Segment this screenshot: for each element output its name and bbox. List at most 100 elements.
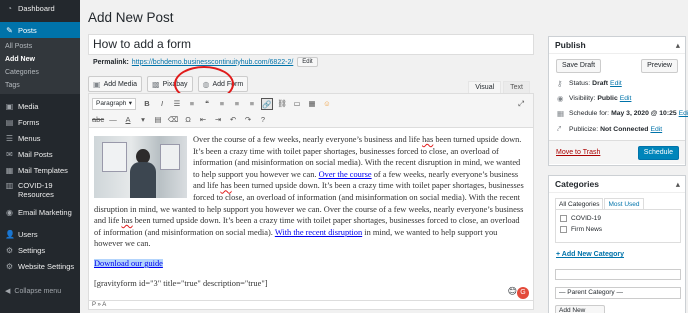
smiley-icon[interactable]: ☺ [321, 98, 333, 110]
email-marketing-icon: ◉ [6, 207, 13, 217]
main-content: Add New Post How to add a form Permalink… [80, 0, 538, 313]
submenu-tags[interactable]: Tags [0, 79, 80, 92]
spellcheck-word: has [220, 181, 232, 191]
website-settings-icon: ⚙ [5, 261, 14, 271]
forms-icon: ▤ [5, 117, 14, 127]
publish-box: Publish ▴ Save Draft Preview ⚷ Status: D… [548, 36, 688, 166]
unlink-icon[interactable]: ⛓ [276, 98, 288, 110]
add-new-category-link[interactable]: + Add New Category [556, 251, 624, 258]
special-character-icon[interactable]: Ω [182, 114, 194, 126]
posts-submenu: All Posts Add New Categories Tags [0, 38, 80, 94]
redo-icon[interactable]: ↷ [242, 114, 254, 126]
sidebar-item-menus[interactable]: ☰ Menus [0, 130, 80, 146]
sidebar-item-settings[interactable]: ⚙ Settings [0, 242, 80, 258]
category-item[interactable]: Firm News [560, 224, 676, 235]
status-value: Draft [592, 80, 609, 87]
toolbar-toggle-icon[interactable]: ▦ [306, 98, 318, 110]
image-wall-poster [160, 144, 180, 170]
format-select[interactable]: Paragraph ▾ [92, 98, 136, 110]
settings-icon: ⚙ [5, 245, 14, 255]
indent-icon[interactable]: ⇥ [212, 114, 224, 126]
resources-icon: ▥ [5, 181, 14, 190]
permalink-edit-button[interactable]: Edit [297, 57, 318, 67]
bold-icon[interactable]: B [141, 98, 153, 110]
strikethrough-icon[interactable]: abc [92, 114, 104, 126]
grammarly-badge[interactable]: G [517, 287, 529, 299]
inline-link[interactable]: Over the course [319, 170, 372, 179]
editor-content[interactable]: Over the course of a few weeks, nearly e… [89, 128, 533, 303]
align-center-icon[interactable]: ≡ [231, 98, 243, 110]
chevron-up-icon: ▴ [675, 40, 680, 50]
sidebar-item-label: Media [18, 101, 39, 111]
text-color-icon[interactable]: A [122, 114, 134, 126]
page-title: Add New Post [88, 10, 174, 25]
media-icon: ▣ [93, 79, 101, 89]
text-run: Over the course of a few weeks, nearly e… [193, 135, 423, 144]
sidebar-item-label: Forms [18, 117, 40, 127]
inline-link[interactable]: With the recent disruption [275, 228, 362, 237]
help-icon[interactable]: ? [257, 114, 269, 126]
sidebar-item-website-settings[interactable]: ⚙ Website Settings [0, 258, 80, 274]
schedule-button[interactable]: Schedule [637, 146, 679, 160]
move-to-trash-link[interactable]: Move to Trash [556, 149, 600, 156]
image-icon: ▩ [152, 79, 160, 89]
save-draft-button[interactable]: Save Draft [556, 59, 602, 73]
sidebar-item-posts[interactable]: ✎ Posts [0, 22, 80, 38]
add-media-label: Add Media [103, 80, 138, 88]
paste-text-icon[interactable]: ▤ [152, 114, 164, 126]
status-edit-link[interactable]: Edit [610, 80, 622, 87]
sidebar-item-mail-templates[interactable]: ▦ Mail Templates [0, 162, 80, 178]
add-media-button[interactable]: ▣ Add Media [88, 76, 143, 92]
sidebar-item-label: Mail Posts [18, 149, 53, 159]
sidebar-item-forms[interactable]: ▤ Forms [0, 114, 80, 130]
align-right-icon[interactable]: ≡ [246, 98, 258, 110]
horizontal-line-icon[interactable]: — [107, 114, 119, 126]
category-label: Firm News [571, 226, 603, 233]
new-category-input[interactable] [555, 269, 681, 280]
add-category-button[interactable]: Add New Category [555, 305, 605, 313]
pin-icon: ✎ [6, 25, 13, 35]
numbered-list-icon[interactable]: ≡ [186, 98, 198, 110]
sidebar-item-email-marketing[interactable]: ◉ Email Marketing [0, 204, 80, 220]
undo-icon[interactable]: ↶ [227, 114, 239, 126]
publicize-label: Publicize: [569, 125, 599, 133]
bullet-list-icon[interactable]: ☰ [171, 98, 183, 110]
download-guide-link[interactable]: Download our guide [94, 258, 163, 268]
schedule-edit-link[interactable]: Edit [679, 110, 688, 117]
sidebar-item-dashboard[interactable]: ◔ Dashboard [0, 0, 80, 16]
category-item[interactable]: COVID-19 [560, 213, 676, 224]
admin-sidebar: ◔ Dashboard ✎ Posts All Posts Add New Ca… [0, 0, 80, 313]
submenu-categories[interactable]: Categories [0, 66, 80, 79]
outdent-icon[interactable]: ⇤ [197, 114, 209, 126]
italic-icon[interactable]: I [156, 98, 168, 110]
publish-box-header[interactable]: Publish ▴ [549, 37, 685, 54]
menus-icon: ☰ [5, 133, 14, 143]
permalink-link[interactable]: https://bchdemo.businesscontinuityhub.co… [132, 59, 294, 66]
fullscreen-icon[interactable]: ⤢ [515, 98, 527, 110]
submenu-add-new[interactable]: Add New [0, 53, 80, 66]
collapse-menu-button[interactable]: ◀ Collapse menu [5, 287, 61, 296]
preview-button[interactable]: Preview [641, 59, 678, 73]
sidebar-item-media[interactable]: ▣ Media [0, 98, 80, 114]
link-icon[interactable]: 🔗 [261, 98, 273, 110]
sidebar-item-mail-posts[interactable]: ✉ Mail Posts [0, 146, 80, 162]
chevron-down-icon[interactable]: ▾ [137, 114, 149, 126]
visibility-edit-link[interactable]: Edit [620, 95, 632, 102]
clear-formatting-icon[interactable]: ⌫ [167, 114, 179, 126]
sidebar-item-label: COVID-19 Resources [18, 181, 54, 199]
publicize-edit-link[interactable]: Edit [650, 126, 662, 133]
submenu-all-posts[interactable]: All Posts [0, 40, 80, 53]
post-title-input[interactable]: How to add a form [88, 34, 534, 55]
read-more-icon[interactable]: ▭ [291, 98, 303, 110]
blockquote-icon[interactable]: ❝ [201, 98, 213, 110]
category-checkbox[interactable] [560, 215, 567, 222]
parent-category-select[interactable]: — Parent Category — [555, 287, 681, 299]
categories-box-header[interactable]: Categories ▴ [549, 176, 685, 193]
category-checkbox[interactable] [560, 226, 567, 233]
sidebar-item-users[interactable]: 👤 Users [0, 226, 80, 242]
image-wall-poster [102, 142, 127, 172]
emoji-icon[interactable]: 😊 [508, 286, 517, 297]
publicize-value: Not Connected [600, 125, 649, 133]
align-left-icon[interactable]: ≡ [216, 98, 228, 110]
sidebar-item-covid-resources[interactable]: ▥ COVID-19 Resources [0, 178, 80, 200]
